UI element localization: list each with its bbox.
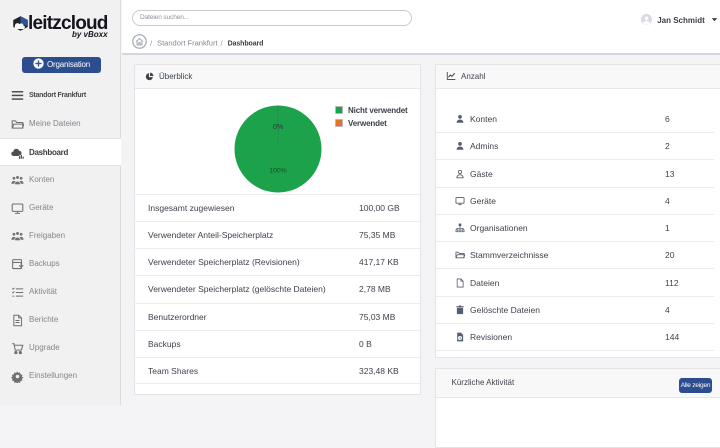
- svg-text:100%: 100%: [269, 168, 286, 175]
- svg-text:0%: 0%: [273, 124, 283, 131]
